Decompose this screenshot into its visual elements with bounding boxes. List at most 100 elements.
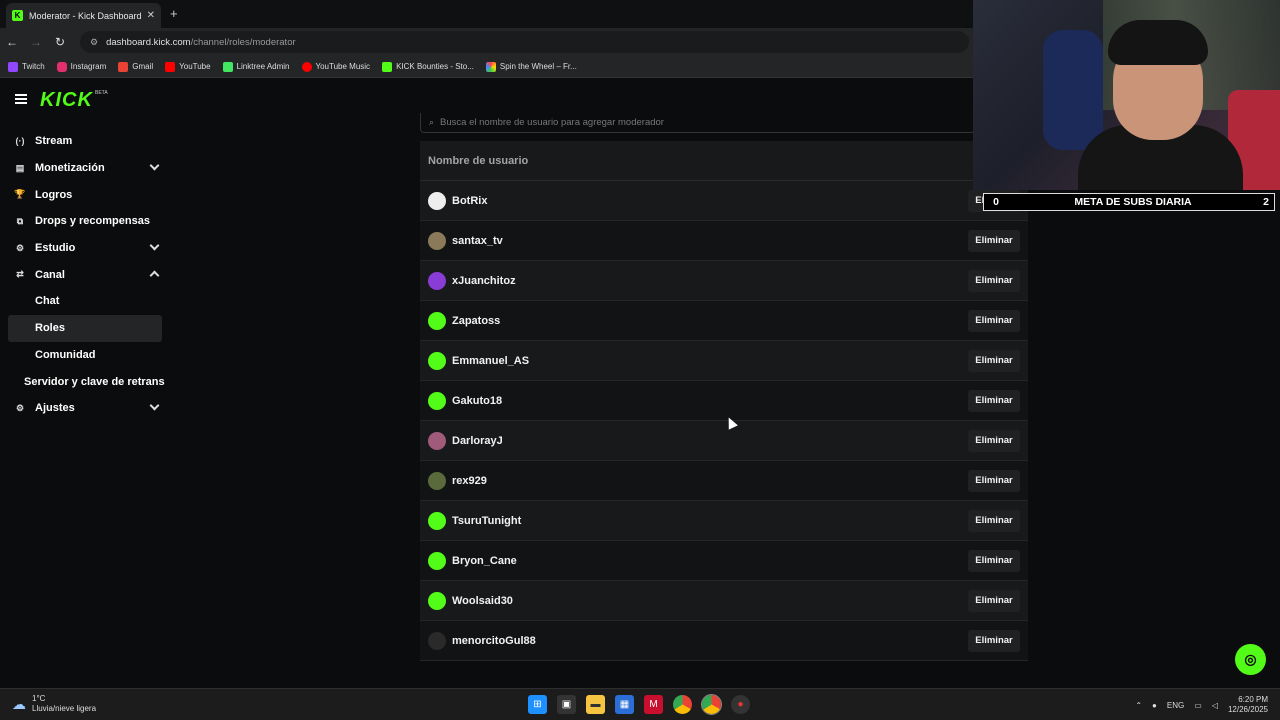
help-chat-button[interactable]: ◎ <box>1235 644 1266 675</box>
chevron-down-icon[interactable] <box>149 400 160 411</box>
subs-goal-label: META DE SUBS DIARIA <box>1074 196 1192 208</box>
username[interactable]: xJuanchitoz <box>452 275 968 287</box>
avatar[interactable] <box>428 271 446 290</box>
sidebar-item-roles[interactable]: Roles <box>8 314 162 342</box>
sidebar-item-canal[interactable]: ⇄ Canal <box>0 261 170 288</box>
browser-tab[interactable]: K Moderator - Kick Dashboard ✕ <box>6 3 161 28</box>
avatar[interactable] <box>428 311 446 330</box>
back-icon[interactable]: ← <box>0 35 24 49</box>
sidebar-item-drops[interactable]: ⧉ Drops y recompensas <box>0 208 170 235</box>
sidebar-item-servidor[interactable]: Servidor y clave de retrans <box>0 368 170 395</box>
sidebar-item-ajustes[interactable]: ⚙ Ajustes <box>0 395 170 422</box>
network-icon[interactable]: ▭ <box>1194 701 1202 710</box>
username[interactable]: rex929 <box>452 475 968 487</box>
remove-moderator-button[interactable]: Eliminar <box>968 389 1020 412</box>
remove-moderator-button[interactable]: Eliminar <box>968 229 1020 252</box>
task-view-icon[interactable]: ▣ <box>557 695 576 714</box>
remove-moderator-button[interactable]: Eliminar <box>968 509 1020 532</box>
bookmark-youtube-music[interactable]: YouTube Music <box>301 61 370 72</box>
avatar[interactable] <box>428 191 446 210</box>
clock-time: 6:20 PM <box>1238 695 1268 704</box>
weather-widget[interactable]: ☁ 1°C Lluvia/nieve ligera <box>12 694 96 714</box>
beta-badge: BETA <box>95 90 108 96</box>
file-explorer-icon[interactable]: ▬ <box>586 695 605 714</box>
avatar[interactable] <box>428 351 446 370</box>
table-row: xJuanchitoz Eliminar <box>420 261 1028 301</box>
chevron-up-icon[interactable] <box>149 270 160 281</box>
obs-icon[interactable]: ● <box>731 695 750 714</box>
username[interactable]: Woolsaid30 <box>452 595 968 607</box>
avatar[interactable] <box>428 431 446 450</box>
username[interactable]: Gakuto18 <box>452 395 968 407</box>
remove-moderator-button[interactable]: Eliminar <box>968 309 1020 332</box>
avatar[interactable] <box>428 471 446 490</box>
menu-icon[interactable] <box>15 94 27 104</box>
username[interactable]: TsuruTunight <box>452 515 968 527</box>
remove-moderator-button[interactable]: Eliminar <box>968 469 1020 492</box>
bookmark-kick-bounties[interactable]: KICK Bounties - Sto... <box>382 61 474 72</box>
sidebar-item-comunidad[interactable]: Comunidad <box>0 342 170 369</box>
bookmark-youtube[interactable]: YouTube <box>165 61 211 72</box>
close-tab-icon[interactable]: ✕ <box>147 10 155 21</box>
username[interactable]: Bryon_Cane <box>452 555 968 567</box>
clock[interactable]: 6:20 PM 12/26/2025 <box>1228 695 1268 715</box>
sidebar-item-chat[interactable]: Chat <box>0 288 170 315</box>
url-field[interactable]: ⚙ dashboard.kick.com/channel/roles/moder… <box>80 31 969 53</box>
remove-moderator-button[interactable]: Eliminar <box>968 269 1020 292</box>
remove-moderator-button[interactable]: Eliminar <box>968 349 1020 372</box>
language-indicator[interactable]: ENG <box>1167 701 1184 710</box>
reload-icon[interactable]: ↻ <box>48 35 72 49</box>
remove-moderator-button[interactable]: Eliminar <box>968 589 1020 612</box>
chrome-icon[interactable] <box>673 695 692 714</box>
username[interactable]: santax_tv <box>452 235 968 247</box>
chevron-down-icon[interactable] <box>149 160 160 171</box>
sidebar-item-label: Monetización <box>35 162 105 175</box>
chevron-down-icon[interactable] <box>149 240 160 251</box>
username[interactable]: DarlorayJ <box>452 435 968 447</box>
kick-logo[interactable]: KICK <box>40 89 93 112</box>
table-row: menorcitoGul88 Eliminar <box>420 621 1028 661</box>
kick-favicon-icon: K <box>12 10 23 21</box>
chrome-active-icon[interactable] <box>701 694 722 715</box>
sidebar-item-estudio[interactable]: ⚙ Estudio <box>0 235 170 262</box>
username[interactable]: menorcitoGul88 <box>452 635 968 647</box>
avatar[interactable] <box>428 391 446 410</box>
sidebar-item-label: Logros <box>35 188 73 201</box>
avatar[interactable] <box>428 631 446 650</box>
forward-icon[interactable]: → <box>24 35 48 49</box>
remove-moderator-button[interactable]: Eliminar <box>968 429 1020 452</box>
monetization-icon: ▤ <box>15 162 25 173</box>
studio-icon: ⚙ <box>15 242 25 253</box>
bookmark-instagram[interactable]: Instagram <box>56 61 106 72</box>
username[interactable]: BotRix <box>452 195 968 207</box>
bookmark-twitch[interactable]: Twitch <box>8 61 45 72</box>
weather-icon: ☁ <box>12 695 26 712</box>
remove-moderator-button[interactable]: Eliminar <box>968 629 1020 652</box>
username[interactable]: Zapatoss <box>452 315 968 327</box>
sidebar-item-label: Stream <box>35 135 73 148</box>
windows-start-icon[interactable]: ⊞ <box>528 695 547 714</box>
site-info-icon[interactable]: ⚙ <box>90 37 98 48</box>
sidebar-item-monetizacion[interactable]: ▤ Monetización <box>0 155 170 182</box>
avatar[interactable] <box>428 511 446 530</box>
avatar[interactable] <box>428 231 446 250</box>
mic-icon[interactable]: ● <box>1152 701 1157 710</box>
moderator-search-input[interactable]: ⌕ Busca el nombre de usuario para agrega… <box>420 113 975 133</box>
remove-moderator-button[interactable]: Eliminar <box>968 549 1020 572</box>
username[interactable]: Emmanuel_AS <box>452 355 968 367</box>
table-row: DarlorayJ Eliminar <box>420 421 1028 461</box>
sidebar-item-stream[interactable]: (·) Stream <box>0 128 170 155</box>
avatar[interactable] <box>428 551 446 570</box>
bookmark-gmail[interactable]: Gmail <box>118 61 153 72</box>
volume-icon[interactable]: ◁ <box>1212 701 1218 710</box>
avatar[interactable] <box>428 591 446 610</box>
bookmark-linktree[interactable]: Linktree Admin <box>222 61 290 72</box>
bookmark-spin-wheel[interactable]: Spin the Wheel – Fr... <box>485 61 577 72</box>
store-icon[interactable]: ▦ <box>615 695 634 714</box>
tray-overflow-icon[interactable]: ⌃ <box>1135 701 1142 710</box>
system-tray: ⌃ ● ENG ▭ ◁ 6:20 PM 12/26/2025 <box>1135 695 1268 715</box>
mcafee-icon[interactable]: M <box>644 695 663 714</box>
sidebar-item-logros[interactable]: 🏆 Logros <box>0 181 170 208</box>
new-tab-button[interactable]: + <box>170 6 178 21</box>
subs-current: 0 <box>993 196 999 208</box>
